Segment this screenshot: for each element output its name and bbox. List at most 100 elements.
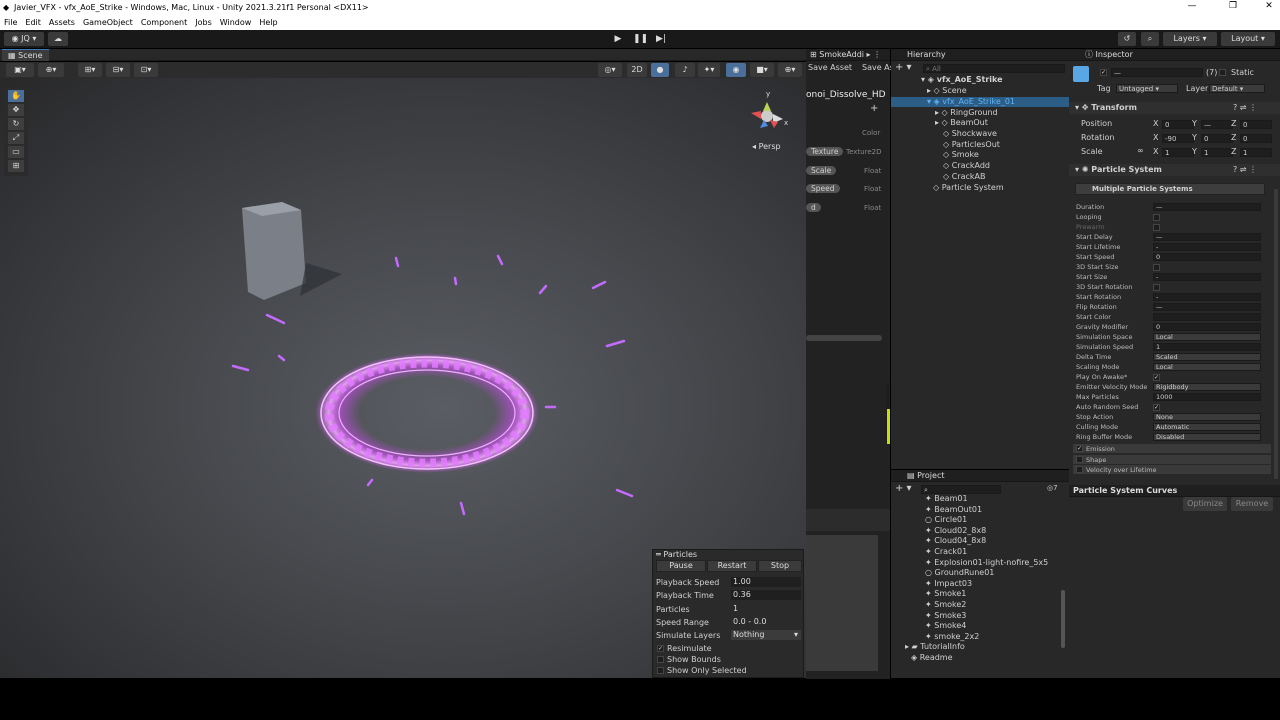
rotate-tool-icon[interactable]: ↻	[8, 118, 24, 130]
ps-prop-field[interactable]: 1000	[1153, 393, 1261, 401]
hierarchy-item-crackadd[interactable]: ◇ CrackAdd	[943, 161, 990, 170]
pause-icon[interactable]: ❚❚	[633, 32, 648, 46]
inspector-scrollbar[interactable]	[1274, 189, 1278, 479]
stop-button[interactable]: Stop	[758, 560, 802, 572]
ps-prop-field[interactable]: Disabled	[1153, 433, 1261, 441]
ps-prop-field[interactable]: ✓	[1153, 374, 1160, 381]
scale-tool-icon[interactable]: ⤢	[8, 132, 24, 144]
gizmos-icon[interactable]: ⊕▾	[778, 63, 802, 77]
orientation-gizmo[interactable]	[751, 102, 783, 128]
history-icon[interactable]: ↺	[1118, 32, 1136, 46]
close-icon[interactable]: ✕	[1262, 1, 1276, 15]
horizontal-scrollbar[interactable]	[806, 335, 882, 341]
ps-prop-field[interactable]: -	[1153, 243, 1261, 251]
ps-prop-field[interactable]: —	[1153, 203, 1261, 211]
create-asset-icon[interactable]: + ▾	[895, 483, 912, 494]
toggle-2d-button[interactable]: 2D	[627, 63, 647, 77]
move-tool-icon[interactable]: ✥	[8, 104, 24, 116]
draw-mode-icon[interactable]: ▣▾	[6, 63, 34, 77]
layer-dropdown[interactable]: Default ▾	[1209, 84, 1265, 93]
playback-time-field[interactable]: 0.36	[731, 590, 801, 600]
scl-y-field[interactable]: 1	[1201, 148, 1233, 157]
ps-prop-field[interactable]	[1153, 224, 1160, 231]
project-item[interactable]: ✦ Cloud02_8x8	[925, 526, 986, 535]
save-as-button[interactable]: Save As	[862, 63, 894, 72]
static-checkbox[interactable]	[1219, 69, 1226, 76]
play-icon[interactable]: ▶	[611, 32, 625, 46]
menu-file[interactable]: File	[0, 16, 21, 30]
menu-help[interactable]: Help	[255, 16, 281, 30]
project-item[interactable]: ✦ smoke_2x2	[925, 632, 979, 641]
restart-button[interactable]: Restart	[707, 560, 757, 572]
project-item[interactable]: ✦ Cloud04_8x8	[925, 536, 986, 545]
scl-x-field[interactable]: 1	[1162, 148, 1194, 157]
ps-prop-field[interactable]: Automatic	[1153, 423, 1261, 431]
ps-prop-field[interactable]	[1153, 284, 1160, 291]
project-scrollbar[interactable]	[1061, 590, 1065, 648]
project-item[interactable]: ✦ Beam01	[925, 494, 968, 503]
save-asset-button[interactable]: Save Asset	[808, 63, 852, 72]
shader-tab[interactable]: ⊞ SmokeAddi ▸ ⋮	[806, 49, 890, 61]
hierarchy-item-beamout[interactable]: ▸ ◇ BeamOut	[935, 118, 988, 127]
active-checkbox[interactable]: ✓	[1100, 69, 1107, 76]
add-object-icon[interactable]: + ▾	[895, 62, 912, 73]
camera-icon[interactable]: ■▾	[750, 63, 774, 77]
rot-z-field[interactable]: 0	[1240, 134, 1272, 143]
pos-x-field[interactable]: 0	[1162, 120, 1194, 129]
hierarchy-item-scene[interactable]: ▸ ◇ Scene	[927, 86, 967, 95]
layers-dropdown[interactable]: Layers ▾	[1163, 32, 1217, 46]
project-item[interactable]: ✦ Crack01	[925, 547, 967, 556]
module-checkbox[interactable]	[1076, 455, 1083, 463]
rect-tool-icon[interactable]: ▭	[8, 146, 24, 158]
ps-prop-field[interactable]: 0	[1153, 323, 1261, 331]
lighting-icon[interactable]: ●	[651, 63, 669, 77]
persp-label[interactable]: ◂ Persp	[752, 142, 781, 151]
cloud-icon[interactable]: ☁	[48, 32, 68, 46]
tab-scene[interactable]: ▦ Scene	[2, 49, 49, 61]
link-icon[interactable]: ∞	[1137, 146, 1144, 155]
project-item[interactable]: ○ GroundRune01	[925, 568, 994, 577]
ps-prop-field[interactable]	[1153, 214, 1160, 221]
orbit-icon[interactable]: ◎▾	[598, 63, 622, 77]
hierarchy-item-particlesout[interactable]: ◇ ParticlesOut	[943, 140, 1000, 149]
tab-hierarchy[interactable]: Hierarchy	[891, 49, 1069, 61]
pause-button[interactable]: Pause	[656, 560, 706, 572]
pos-y-field[interactable]: —	[1201, 120, 1233, 129]
effects-icon[interactable]: ✦▾	[698, 63, 720, 77]
project-item[interactable]: ▸ ▰ TutorialInfo	[905, 642, 965, 651]
hierarchy-root[interactable]: ▾ ◈ vfx_AoE_Strike	[921, 75, 1003, 84]
step-icon[interactable]: ▶|	[654, 32, 668, 46]
tab-inspector[interactable]: ⓘ Inspector	[1069, 49, 1280, 61]
project-item[interactable]: ✦ Explosion01-light-nofire_5x5	[925, 558, 1048, 567]
show-only-selected-checkbox[interactable]	[657, 667, 664, 674]
ps-prop-field[interactable]: Local	[1153, 363, 1261, 371]
search-icon[interactable]: ⌕	[1141, 32, 1159, 46]
optimize-button[interactable]: Optimize	[1183, 497, 1227, 511]
prop-texture[interactable]: Texture	[806, 147, 844, 156]
project-search-input[interactable]: ⌕	[921, 485, 1001, 494]
project-item[interactable]: ✦ Impact03	[925, 579, 972, 588]
menu-gameobject[interactable]: GameObject	[79, 16, 137, 30]
ps-prop-field[interactable]: None	[1153, 413, 1261, 421]
prop-speed[interactable]: Speed	[806, 184, 840, 193]
increment-icon[interactable]: ⊡▾	[134, 63, 158, 77]
hierarchy-item-smoke[interactable]: ◇ Smoke	[943, 150, 979, 159]
ps-prop-field[interactable]: 1	[1153, 343, 1261, 351]
ps-prop-field[interactable]: —	[1153, 233, 1261, 241]
project-item[interactable]: ✦ Smoke4	[925, 621, 966, 630]
project-item[interactable]: ◈ Readme	[911, 653, 953, 662]
ps-prop-field[interactable]	[1153, 264, 1160, 271]
project-item[interactable]: ✦ Smoke1	[925, 589, 966, 598]
hidden-count-icon[interactable]: ◎7	[1047, 484, 1058, 492]
object-name-field[interactable]: —	[1111, 68, 1203, 77]
project-item[interactable]: ✦ Smoke2	[925, 600, 966, 609]
menu-edit[interactable]: Edit	[21, 16, 45, 30]
ps-prop-field[interactable]: ✓	[1153, 404, 1160, 411]
ps-prop-field[interactable]: —	[1153, 303, 1261, 311]
project-item[interactable]: ✦ BeamOut01	[925, 505, 982, 514]
rot-x-field[interactable]: -90	[1162, 134, 1194, 143]
show-bounds-checkbox[interactable]	[657, 656, 664, 663]
add-property-icon[interactable]: +	[870, 103, 878, 114]
maximize-icon[interactable]: ❐	[1226, 1, 1240, 15]
menu-component[interactable]: Component	[137, 16, 191, 30]
